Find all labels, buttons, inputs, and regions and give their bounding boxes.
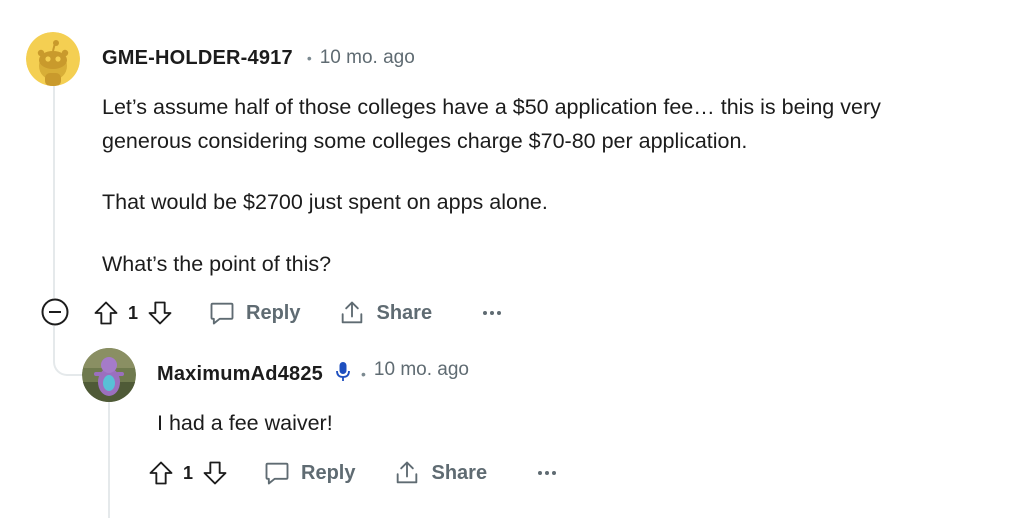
vote-count: 1 [183, 462, 194, 483]
arrow-up-icon [149, 461, 173, 485]
comment-thread-line [53, 86, 55, 298]
reply-username[interactable]: MaximumAd4825 [157, 363, 323, 386]
collapse-button[interactable] [40, 297, 70, 327]
comment-username[interactable]: GME-HOLDER-4917 [102, 47, 293, 70]
reply-meta: MaximumAd4825 • 10 mo. ago [157, 359, 469, 388]
avatar[interactable] [26, 32, 80, 86]
user-photo-avatar-icon [82, 348, 136, 402]
speech-bubble-icon [265, 462, 289, 485]
ellipsis-icon [483, 311, 502, 315]
reply-button[interactable]: Reply [263, 459, 355, 487]
comment-body-line-4: What’s the point of this? [102, 252, 332, 276]
reply-body: I had a fee waiver! [157, 411, 333, 435]
microphone-icon [335, 361, 351, 388]
downvote-button[interactable] [201, 459, 229, 487]
share-upload-icon [342, 301, 363, 324]
arrow-down-icon [148, 301, 172, 325]
minus-circle-icon [41, 298, 69, 326]
meta-separator: • [361, 366, 366, 382]
comment-body-line-2: generous considering some colleges charg… [102, 129, 748, 153]
reply-connector-line [53, 326, 85, 376]
reply-avatar[interactable] [82, 348, 136, 402]
comment-body-line-1: Let’s assume half of those colleges have… [102, 95, 881, 119]
upvote-button[interactable] [92, 299, 120, 327]
reply-button[interactable]: Reply [208, 299, 300, 327]
reply-label: Reply [246, 301, 301, 324]
reply-label: Reply [301, 461, 356, 484]
arrow-up-icon [94, 301, 118, 325]
meta-separator: • [306, 50, 312, 66]
share-upload-icon [397, 461, 418, 484]
share-label: Share [431, 461, 488, 484]
speech-bubble-icon [210, 302, 234, 325]
comment-action-bar: 1 Reply Share [92, 297, 502, 329]
reply-thread-line [108, 400, 110, 518]
share-button[interactable]: Share [338, 299, 432, 327]
vote-count: 1 [128, 302, 139, 323]
share-label: Share [376, 301, 433, 324]
share-button[interactable]: Share [393, 459, 487, 487]
downvote-button[interactable] [146, 299, 174, 327]
comment-timestamp[interactable]: 10 mo. ago [320, 47, 415, 69]
comment-body-line-3: That would be $2700 just spent on apps a… [102, 190, 548, 214]
upvote-button[interactable] [147, 459, 175, 487]
reply-action-bar: 1 Reply Share [147, 457, 557, 489]
ellipsis-icon [538, 471, 557, 475]
reply-timestamp[interactable]: 10 mo. ago [374, 359, 469, 381]
arrow-down-icon [203, 461, 227, 485]
snoo-avatar-icon [26, 32, 80, 86]
more-options-button[interactable] [537, 469, 557, 477]
more-options-button[interactable] [482, 309, 502, 317]
comment-meta: GME-HOLDER-4917 • 10 mo. ago [102, 44, 415, 72]
